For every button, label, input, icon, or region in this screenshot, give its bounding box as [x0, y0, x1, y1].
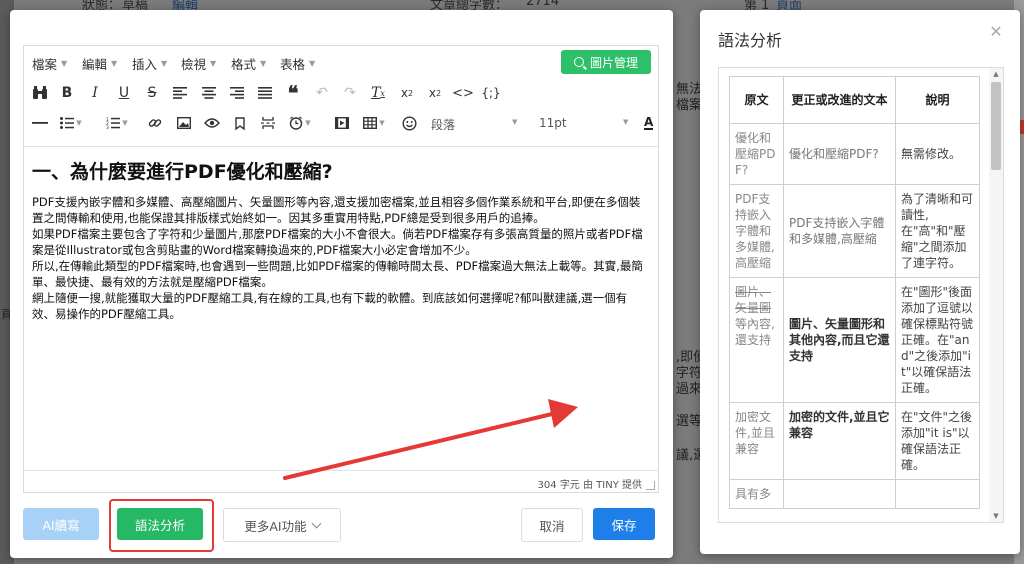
arrow-head: [548, 399, 578, 428]
annotation-arrow: [283, 399, 578, 480]
arrow-shaft: [283, 412, 554, 480]
